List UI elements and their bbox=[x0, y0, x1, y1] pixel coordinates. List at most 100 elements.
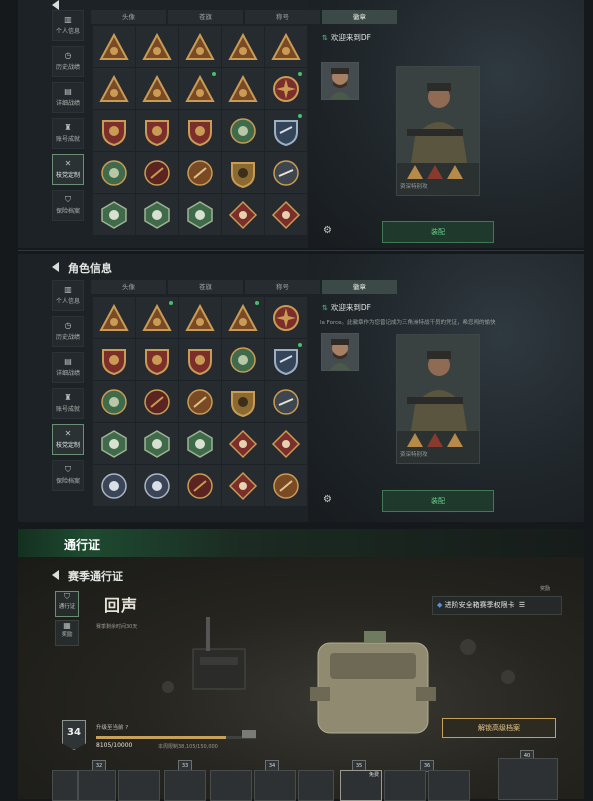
pass-icon: ⛉ bbox=[64, 592, 70, 601]
badge-cell[interactable] bbox=[265, 297, 307, 338]
nav-history[interactable]: ◷ 历史战绩 bbox=[52, 316, 84, 347]
badge-cell[interactable] bbox=[265, 110, 307, 151]
badge-cell[interactable] bbox=[179, 152, 221, 193]
badge-cell[interactable] bbox=[179, 68, 221, 109]
badge-cell[interactable] bbox=[93, 26, 135, 67]
nav-insurance[interactable]: ⛉ 保险档案 bbox=[52, 460, 84, 491]
badge-cell[interactable] bbox=[136, 423, 178, 464]
tab-title[interactable]: 称号 bbox=[245, 10, 320, 24]
badge-cell[interactable] bbox=[265, 423, 307, 464]
nav-rewards[interactable]: ▦ 奖励 bbox=[55, 620, 79, 646]
badge-cell[interactable] bbox=[93, 465, 135, 506]
reward-slot[interactable] bbox=[52, 770, 78, 801]
badge-cell[interactable] bbox=[93, 339, 135, 380]
reward-slot-selected[interactable]: 免费 bbox=[340, 770, 382, 801]
red-diamond-badge-icon bbox=[271, 200, 301, 230]
badge-cell[interactable] bbox=[136, 381, 178, 422]
nav-achievements[interactable]: ♜ 账号成就 bbox=[52, 118, 84, 149]
equip-button[interactable]: 装配 bbox=[382, 490, 494, 512]
badge-cell[interactable] bbox=[136, 110, 178, 151]
back-arrow-icon[interactable] bbox=[52, 262, 59, 272]
badge-cell[interactable] bbox=[179, 297, 221, 338]
avatar[interactable] bbox=[321, 333, 359, 371]
badge-cell[interactable] bbox=[265, 26, 307, 67]
tab-badge[interactable]: 徽章 bbox=[322, 280, 397, 294]
badge-cell[interactable] bbox=[265, 381, 307, 422]
nav-customize[interactable]: ✕ 枝党定制 bbox=[52, 154, 84, 185]
badge-cell[interactable] bbox=[179, 339, 221, 380]
badge-cell[interactable] bbox=[136, 152, 178, 193]
badge-cell[interactable] bbox=[93, 381, 135, 422]
badge-cell[interactable] bbox=[265, 152, 307, 193]
badge-cell[interactable] bbox=[136, 465, 178, 506]
badge-cell[interactable] bbox=[179, 194, 221, 235]
nav-personal-info[interactable]: ▥ 个人信息 bbox=[52, 280, 84, 311]
equip-button[interactable]: 装配 bbox=[382, 221, 494, 243]
badge-cell[interactable] bbox=[222, 194, 264, 235]
badge-cell[interactable] bbox=[222, 339, 264, 380]
badge-cell[interactable] bbox=[93, 423, 135, 464]
reward-slot[interactable] bbox=[210, 770, 252, 801]
gear-icon[interactable]: ⚙ bbox=[323, 494, 332, 505]
reward-slot[interactable] bbox=[498, 758, 558, 800]
operator-card[interactable] bbox=[396, 334, 480, 464]
back-arrow-icon[interactable] bbox=[52, 570, 59, 580]
tab-banner[interactable]: 苍旗 bbox=[168, 10, 243, 24]
badge-cell[interactable] bbox=[179, 110, 221, 151]
reward-slot[interactable] bbox=[254, 770, 296, 801]
nav-achievements[interactable]: ♜ 账号成就 bbox=[52, 388, 84, 419]
badge-cell[interactable] bbox=[136, 68, 178, 109]
badge-cell[interactable] bbox=[136, 339, 178, 380]
nav-details[interactable]: ▤ 详细战绩 bbox=[52, 352, 84, 383]
badge-cell[interactable] bbox=[222, 26, 264, 67]
badge-cell[interactable] bbox=[179, 423, 221, 464]
badge-cell[interactable] bbox=[265, 339, 307, 380]
tab-badge[interactable]: 徽章 bbox=[322, 10, 397, 24]
badge-cell[interactable] bbox=[93, 194, 135, 235]
badge-cell[interactable] bbox=[136, 26, 178, 67]
badge-cell[interactable] bbox=[265, 194, 307, 235]
badge-cell[interactable] bbox=[222, 110, 264, 151]
badge-cell[interactable] bbox=[136, 194, 178, 235]
badge-cell[interactable] bbox=[179, 381, 221, 422]
badge-cell[interactable] bbox=[222, 297, 264, 338]
avatar[interactable] bbox=[321, 62, 359, 100]
badge-cell[interactable] bbox=[222, 68, 264, 109]
reward-slot[interactable] bbox=[164, 770, 206, 801]
tab-avatar[interactable]: 头像 bbox=[91, 280, 166, 294]
reward-slot[interactable] bbox=[118, 770, 160, 801]
nav-insurance[interactable]: ⛉ 保险档案 bbox=[52, 190, 84, 221]
badge-cell[interactable] bbox=[93, 68, 135, 109]
nav-pass[interactable]: ⛉ 通行证 bbox=[55, 591, 79, 617]
badge-cell[interactable] bbox=[179, 465, 221, 506]
badge-cell[interactable] bbox=[265, 465, 307, 506]
reward-slot[interactable] bbox=[298, 770, 334, 801]
badge-cell[interactable] bbox=[179, 26, 221, 67]
badge-cell[interactable] bbox=[136, 297, 178, 338]
gear-icon[interactable]: ⚙ bbox=[323, 225, 332, 236]
nav-personal-info[interactable]: ▥ 个人信息 bbox=[52, 10, 84, 41]
nav-customize[interactable]: ✕ 枝党定制 bbox=[52, 424, 84, 455]
badge-cell[interactable] bbox=[93, 110, 135, 151]
reward-slot[interactable] bbox=[78, 770, 116, 801]
help-icon[interactable]: ? bbox=[125, 725, 128, 731]
badge-cell[interactable] bbox=[93, 297, 135, 338]
tab-title[interactable]: 称号 bbox=[245, 280, 320, 294]
reward-slot[interactable] bbox=[384, 770, 426, 801]
nav-details[interactable]: ▤ 详细战绩 bbox=[52, 82, 84, 113]
badge-cell[interactable] bbox=[265, 68, 307, 109]
badge-cell[interactable] bbox=[222, 423, 264, 464]
operator-card[interactable] bbox=[396, 66, 480, 196]
tab-avatar[interactable]: 头像 bbox=[91, 10, 166, 24]
back-arrow-icon[interactable] bbox=[52, 0, 59, 10]
badge-cell[interactable] bbox=[222, 381, 264, 422]
badge-cell[interactable] bbox=[222, 152, 264, 193]
badge-cell[interactable] bbox=[93, 152, 135, 193]
unlock-premium-button[interactable]: 解锁高级档案 bbox=[442, 718, 556, 738]
badge-cell[interactable] bbox=[222, 465, 264, 506]
trophy-icon: ♜ bbox=[64, 123, 72, 132]
reward-slot[interactable] bbox=[428, 770, 470, 801]
upgrade-card[interactable]: ◆ 进阶安全箱赛季权限卡 ☰ bbox=[432, 596, 562, 615]
tab-banner[interactable]: 苍旗 bbox=[168, 280, 243, 294]
nav-history[interactable]: ◷ 历史战绩 bbox=[52, 46, 84, 77]
